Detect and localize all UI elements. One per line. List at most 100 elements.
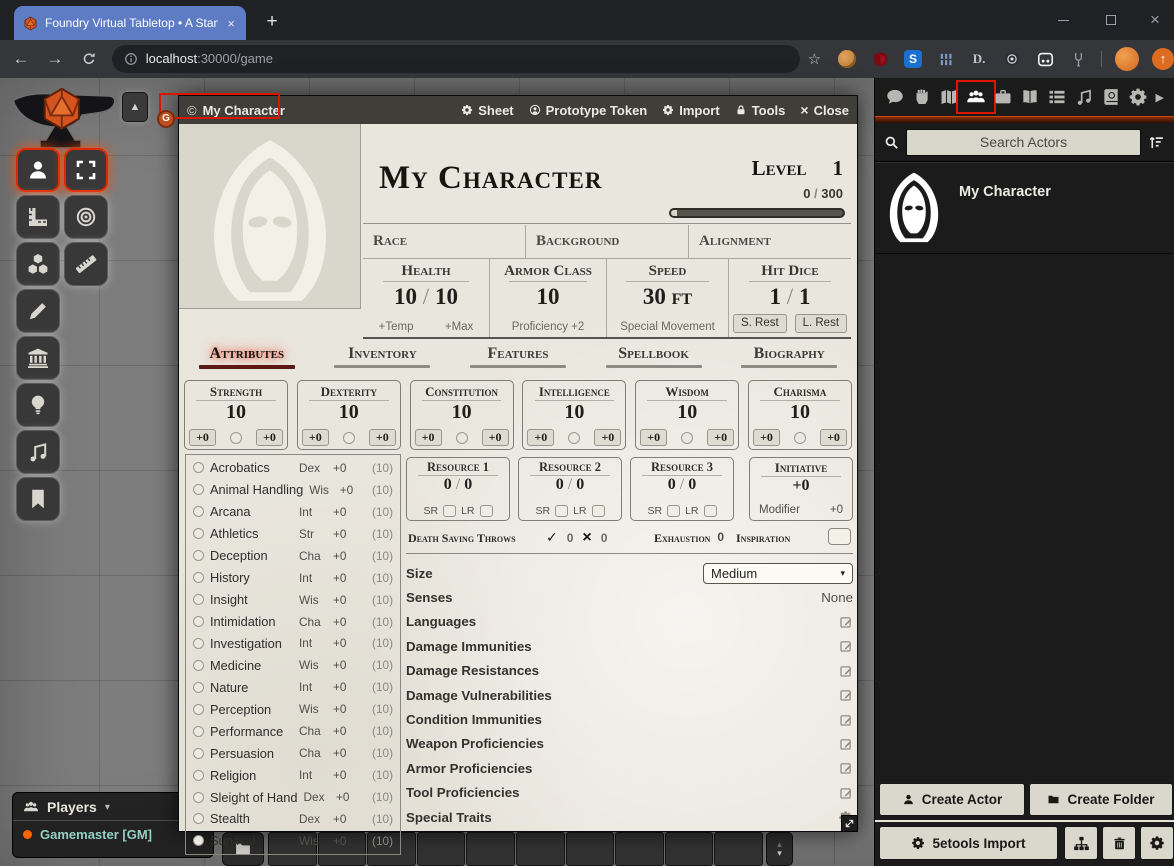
tool-wall-controls[interactable] — [16, 336, 60, 380]
skill-row[interactable]: Acrobatics Dex +0 (10) — [186, 457, 400, 479]
ability-score[interactable]: 10 — [636, 401, 738, 424]
skill-row[interactable]: Insight Wis +0 (10) — [186, 589, 400, 611]
edit-icon[interactable] — [839, 761, 853, 775]
tab-features[interactable]: Features — [470, 345, 566, 368]
search-input[interactable] — [906, 129, 1141, 156]
skill-row[interactable]: Athletics Str +0 (10) — [186, 523, 400, 545]
update-button[interactable]: ↑ — [1152, 48, 1174, 70]
cross-icon[interactable]: × — [582, 531, 591, 545]
folder-tree-button[interactable] — [1064, 826, 1098, 860]
tools-button[interactable]: Tools — [735, 103, 786, 118]
hotbar-slot[interactable] — [714, 832, 763, 866]
info-icon[interactable] — [124, 52, 138, 66]
resource-label[interactable]: Resource 1 — [407, 460, 509, 475]
skill-name[interactable]: Stealth — [210, 811, 293, 826]
skill-name[interactable]: History — [210, 570, 293, 585]
actor-list-item[interactable]: My Character — [875, 162, 1174, 254]
skill-proficiency-radio[interactable] — [193, 748, 204, 759]
tuning-fork-icon[interactable] — [1068, 49, 1088, 69]
actor-name[interactable]: My Character — [959, 184, 1051, 200]
hotbar-slot[interactable] — [417, 832, 466, 866]
tool-measure-distance[interactable] — [64, 242, 108, 286]
skill-proficiency-radio[interactable] — [193, 638, 204, 649]
skill-proficiency-radio[interactable] — [193, 528, 204, 539]
sidebar-collapse-button[interactable]: ▶ — [1155, 91, 1163, 104]
skill-proficiency-radio[interactable] — [193, 462, 204, 473]
window-resize-handle[interactable] — [841, 815, 858, 832]
size-select[interactable]: Medium ▾ — [703, 563, 853, 584]
proficiency-radio[interactable] — [681, 432, 693, 444]
skill-proficiency-radio[interactable] — [193, 682, 204, 693]
tab-inventory[interactable]: Inventory — [334, 345, 430, 368]
ability-score[interactable]: 10 — [523, 401, 625, 424]
reload-button[interactable] — [76, 51, 102, 67]
skill-name[interactable]: Animal Handling — [210, 482, 303, 497]
ability-label[interactable]: Wisdom — [636, 384, 738, 400]
skill-row[interactable]: Arcana Int +0 (10) — [186, 501, 400, 523]
initiative-label[interactable]: Initiative — [750, 460, 852, 476]
sheet-config-button[interactable]: Sheet — [461, 103, 513, 118]
ability-mod[interactable]: +0 — [594, 429, 621, 446]
exhaustion-value[interactable]: 0 — [702, 530, 724, 544]
proficiency-radio[interactable] — [456, 432, 468, 444]
skill-name[interactable]: Deception — [210, 548, 293, 563]
actor-avatar[interactable] — [883, 168, 945, 248]
senses-value[interactable]: None — [821, 590, 853, 605]
edit-icon[interactable] — [839, 786, 853, 800]
ability-mod[interactable]: +0 — [256, 429, 283, 446]
skill-name[interactable]: Insight — [210, 592, 293, 607]
hotbar-slot[interactable] — [516, 832, 565, 866]
proficiency-radio[interactable] — [343, 432, 355, 444]
skill-proficiency-radio[interactable] — [193, 704, 204, 715]
ability-label[interactable]: Intelligence — [523, 384, 625, 400]
tool-journal-notes[interactable] — [16, 477, 60, 521]
skill-row[interactable]: Perception Wis +0 (10) — [186, 698, 400, 720]
skill-name[interactable]: Religion — [210, 768, 293, 783]
alignment-field[interactable]: Alignment — [688, 225, 851, 258]
initiative-value[interactable]: +0 — [750, 477, 852, 495]
skill-row[interactable]: Deception Cha +0 (10) — [186, 545, 400, 567]
prototype-token-button[interactable]: Prototype Token — [529, 103, 648, 118]
skill-row[interactable]: Stealth Dex +0 (10) — [186, 808, 400, 830]
skill-proficiency-radio[interactable] — [193, 726, 204, 737]
tool-select-tokens[interactable] — [64, 148, 108, 192]
short-rest-button[interactable]: S. Rest — [733, 314, 787, 333]
race-field[interactable]: Race — [363, 225, 525, 258]
ability-save[interactable]: +0 — [527, 429, 554, 446]
tool-tile-controls[interactable] — [16, 242, 60, 286]
tool-drawing-controls[interactable] — [16, 289, 60, 333]
special-movement-label[interactable]: Special Movement — [620, 321, 715, 333]
skill-name[interactable]: Nature — [210, 680, 293, 695]
skill-row[interactable]: History Int +0 (10) — [186, 567, 400, 589]
proficiency-radio[interactable] — [230, 432, 242, 444]
ability-save[interactable]: +0 — [753, 429, 780, 446]
cookie-icon[interactable] — [837, 49, 857, 69]
sidebar-tab-compendium[interactable] — [1101, 87, 1121, 107]
skill-row[interactable]: Medicine Wis +0 (10) — [186, 654, 400, 676]
sidebar-tab-actors[interactable] — [956, 80, 996, 114]
skill-row[interactable]: Religion Int +0 (10) — [186, 764, 400, 786]
sidebar-tab-combat[interactable] — [912, 87, 932, 107]
sidebar-tab-settings[interactable] — [1128, 87, 1148, 107]
edit-icon[interactable] — [839, 639, 853, 653]
edit-icon[interactable] — [839, 615, 853, 629]
tab-grid-icon[interactable] — [936, 49, 956, 69]
hotbar-slot[interactable] — [615, 832, 664, 866]
hotbar-slot[interactable] — [566, 832, 615, 866]
xp-display[interactable]: 0 / 300 — [803, 186, 843, 201]
death-save-failures[interactable]: 0 — [601, 531, 608, 545]
sort-button[interactable] — [1148, 134, 1165, 151]
skill-proficiency-radio[interactable] — [193, 792, 204, 803]
sr-checkbox[interactable] — [667, 505, 680, 517]
skill-name[interactable]: Performance — [210, 724, 293, 739]
skill-row[interactable]: Nature Int +0 (10) — [186, 676, 400, 698]
edit-icon[interactable] — [839, 688, 853, 702]
tool-target-tokens[interactable] — [64, 195, 108, 239]
skill-proficiency-radio[interactable] — [193, 835, 204, 846]
edit-icon[interactable] — [839, 664, 853, 678]
ability-save[interactable]: +0 — [302, 429, 329, 446]
skill-proficiency-radio[interactable] — [193, 616, 204, 627]
back-button[interactable]: ← — [8, 49, 34, 69]
character-portrait[interactable] — [179, 124, 361, 309]
edit-icon[interactable] — [839, 737, 853, 751]
